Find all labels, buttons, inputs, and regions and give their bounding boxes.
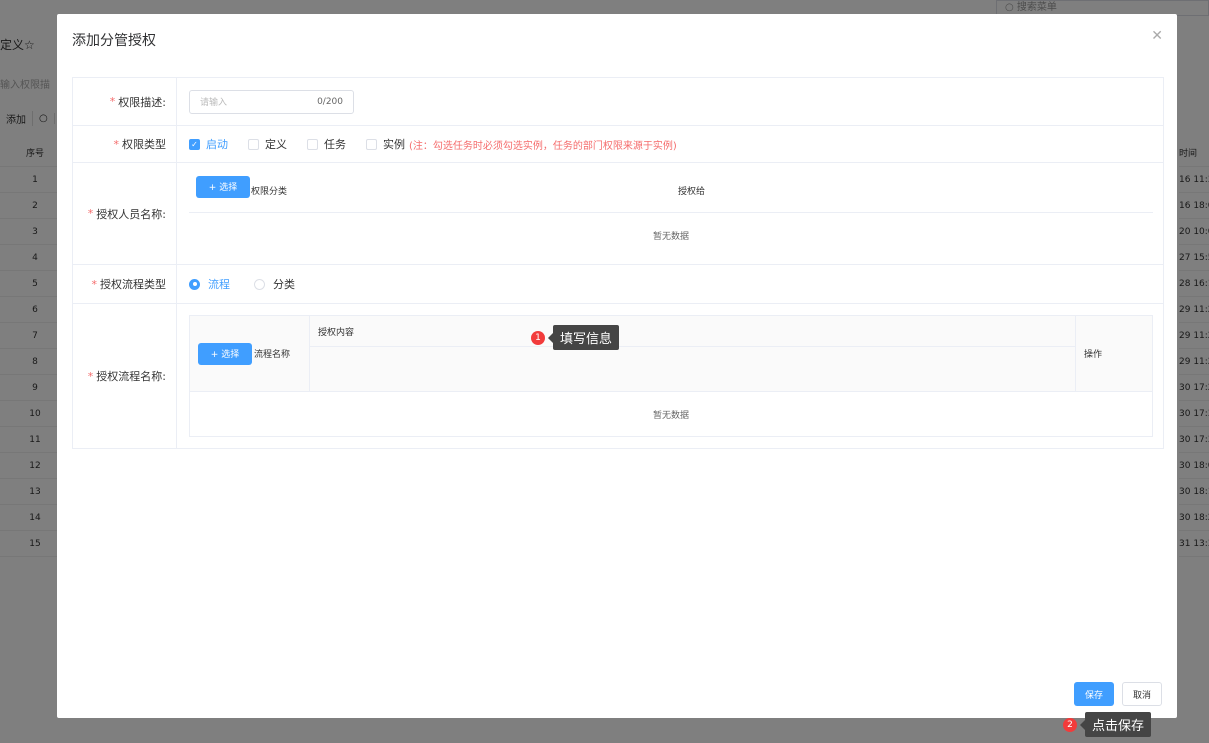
save-button[interactable]: 保存 <box>1074 682 1114 706</box>
cancel-button[interactable]: 取消 <box>1122 682 1162 706</box>
authorization-form: * 权限描述: 请输入 0/200 * 权限类型 ✓ 启动 定义 任务 实例 (注：勾… <box>72 77 1164 449</box>
annotation-fill-info: 1 填写信息 <box>531 325 620 350</box>
person-label: 授权人员名称: <box>96 207 166 221</box>
col-category: 权限分类 <box>251 187 288 197</box>
type-label: 权限类型 <box>122 138 166 151</box>
flow-type-row: * 授权流程类型 流程 分类 <box>73 265 1163 304</box>
close-icon[interactable]: ✕ <box>1151 28 1163 44</box>
col-action: 操作 <box>1084 350 1103 360</box>
person-table-header: + 选择 权限分类 授权给 <box>189 170 1153 213</box>
type-checkbox-instance[interactable]: 实例 <box>366 136 405 152</box>
flow-name-label: 授权流程名称: <box>96 370 166 383</box>
flow-type-radio-category[interactable]: 分类 <box>254 276 295 292</box>
type-checkbox-start[interactable]: ✓ 启动 <box>189 136 228 152</box>
desc-label: 权限描述: <box>118 95 166 109</box>
dialog-footer: 保存 取消 <box>1074 682 1162 706</box>
check-icon: ✓ <box>189 138 200 150</box>
type-note: (注：勾选任务时必须勾选实例，任务的部门权限来源于实例) <box>409 140 677 152</box>
person-empty-text: 暂无数据 <box>652 231 689 242</box>
annotation-click-save: 2 点击保存 <box>1063 712 1152 737</box>
desc-input[interactable]: 请输入 0/200 <box>189 89 354 114</box>
add-authorization-dialog: 添加分管授权 ✕ * 权限描述: 请输入 0/200 * 权限类型 ✓ 启动 定义 任… <box>57 14 1177 718</box>
dialog-header: 添加分管授权 ✕ <box>57 14 1177 66</box>
col-grant: 授权给 <box>678 187 706 197</box>
person-table: + 选择 权限分类 授权给 暂无数据 <box>189 170 1153 258</box>
type-checkbox-task[interactable]: 任务 <box>307 136 346 152</box>
person-select-button[interactable]: + 选择 <box>196 175 250 198</box>
desc-counter: 0/200 <box>317 96 343 107</box>
flow-empty-text: 暂无数据 <box>652 410 689 421</box>
flow-table-header: + 选择 流程名称 授权内容 操作 <box>190 316 1152 392</box>
col-auth-content: 授权内容 <box>310 316 1075 347</box>
person-row: * 授权人员名称: + 选择 权限分类 授权给 暂无数据 <box>73 163 1163 265</box>
flow-select-button[interactable]: + 选择 <box>198 342 252 365</box>
col-flow-name: 流程名称 <box>254 350 291 360</box>
flow-table: + 选择 流程名称 授权内容 操作 暂无数据 <box>189 315 1153 437</box>
flow-type-label: 授权流程类型 <box>100 278 166 291</box>
type-checkbox-define[interactable]: 定义 <box>248 136 287 152</box>
type-row: * 权限类型 ✓ 启动 定义 任务 实例 (注：勾选任务时必须勾选实例，任务的部门权… <box>73 126 1163 163</box>
flow-type-radio-flow[interactable]: 流程 <box>189 276 230 292</box>
desc-row: * 权限描述: 请输入 0/200 <box>73 78 1163 126</box>
dialog-title: 添加分管授权 <box>72 33 156 49</box>
